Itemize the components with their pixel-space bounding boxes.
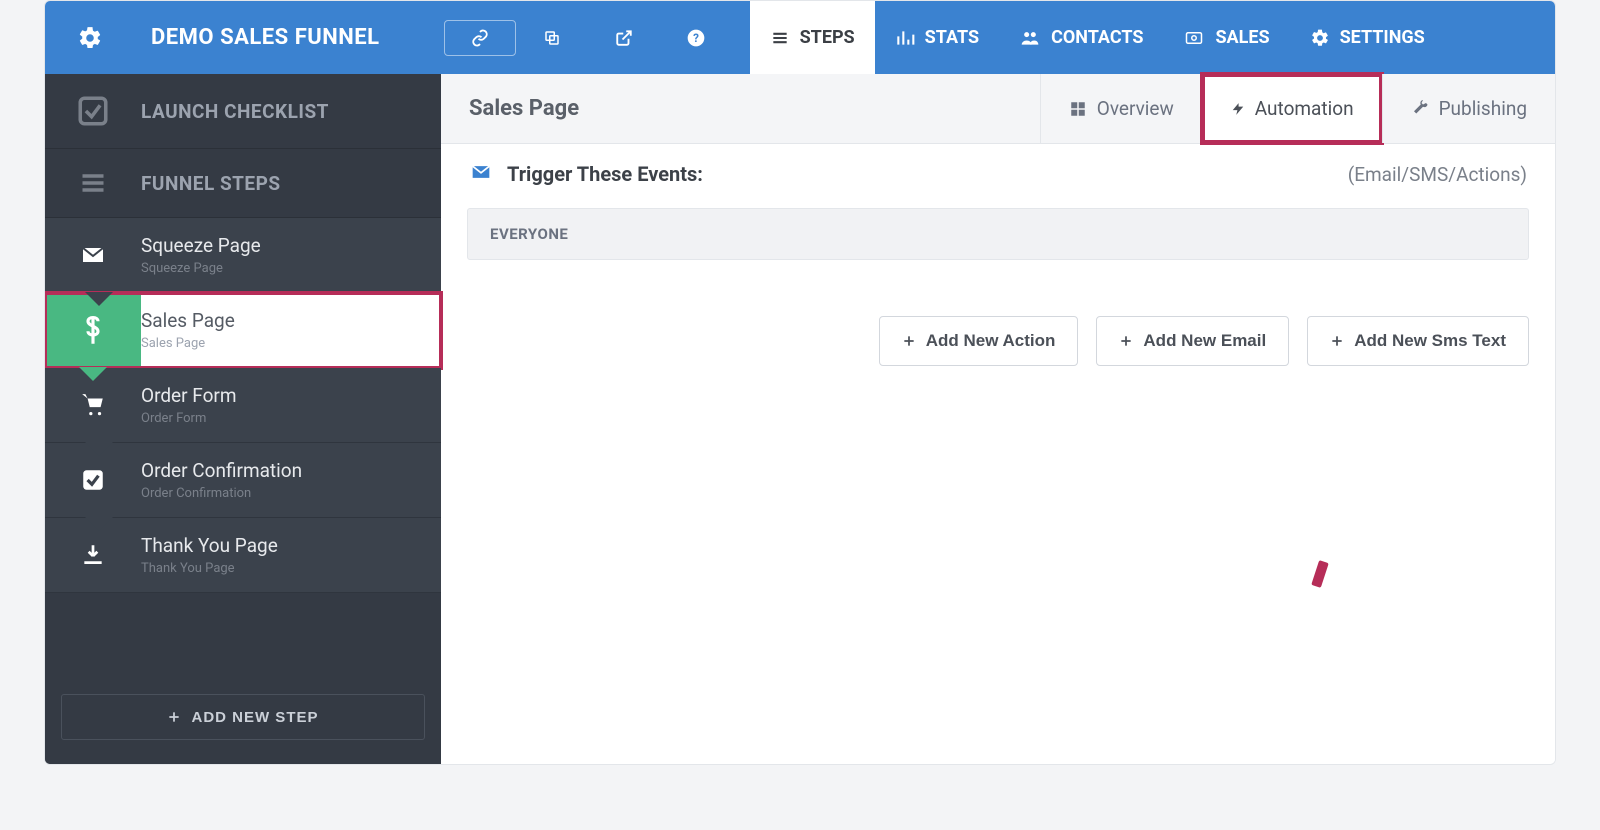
action-buttons: Add New Action Add New Email Add New Sms… [441,260,1555,366]
tab-label: SALES [1215,27,1269,48]
step-sub: Order Confirmation [141,486,302,501]
tab-label: STATS [925,27,979,48]
chevron-down-icon [79,367,107,381]
top-nav: DEMO SALES FUNNEL ? STEPS STATS [45,1,1555,74]
main-tab-publishing[interactable]: Publishing [1382,74,1555,143]
sidebar-funnel-steps-header: FUNNEL STEPS [45,149,441,218]
envelope-icon [469,162,493,186]
chevron-down-icon [85,517,113,531]
contacts-icon [1019,28,1041,48]
tab-sales[interactable]: SALES [1163,1,1289,74]
plus-icon [902,334,916,348]
main-tabs: Overview Automation Publishing [1040,74,1555,143]
chevron-down-icon [85,442,113,456]
grid-icon [1069,100,1087,118]
btn-label: Add New Email [1143,331,1266,351]
step-label: Sales Page [141,309,235,332]
funnel-label: FUNNEL STEPS [141,172,281,195]
check-icon [69,94,117,128]
header-icon-buttons: ? [444,1,732,74]
link-icon-button[interactable] [444,20,516,56]
tab-stats[interactable]: STATS [875,1,999,74]
tab-label: STEPS [800,27,855,48]
everyone-bar[interactable]: EVERYONE [467,208,1529,260]
add-new-action-button[interactable]: Add New Action [879,316,1079,366]
step-label: Order Confirmation [141,459,302,482]
tab-label: Overview [1097,97,1174,120]
main: Sales Page Overview Automation Publishin… [441,74,1555,764]
tab-label: Automation [1255,97,1354,120]
add-step-label: ADD NEW STEP [191,709,318,726]
wrench-icon [1411,100,1429,118]
funnel-title: DEMO SALES FUNNEL [135,1,404,74]
tab-contacts[interactable]: CONTACTS [999,1,1163,74]
top-tabs: STEPS STATS CONTACTS SALES SETTINGS [750,1,1445,74]
tab-steps[interactable]: STEPS [750,1,875,74]
step-sub: Sales Page [141,336,235,351]
settings-gear-icon[interactable] [45,1,135,74]
sidebar: LAUNCH CHECKLIST FUNNEL STEPS Squeeze Pa… [45,74,441,764]
plus-icon [1330,334,1344,348]
btn-label: Add New Sms Text [1354,331,1506,351]
trigger-label: Trigger These Events: [507,162,703,186]
main-tab-automation[interactable]: Automation [1202,74,1382,143]
sidebar-step-squeeze-page[interactable]: Squeeze Page Squeeze Page [45,218,441,293]
step-sub: Squeeze Page [141,261,261,276]
trigger-row: Trigger These Events: (Email/SMS/Actions… [441,144,1555,200]
body: LAUNCH CHECKLIST FUNNEL STEPS Squeeze Pa… [45,74,1555,764]
list-icon [770,28,790,48]
gear-icon [1310,28,1330,48]
sidebar-launch-checklist[interactable]: LAUNCH CHECKLIST [45,74,441,149]
copy-icon-button[interactable] [516,20,588,56]
external-link-icon-button[interactable] [588,20,660,56]
stats-icon [895,28,915,48]
plus-icon [167,710,181,724]
tab-label: CONTACTS [1051,27,1143,48]
plus-icon [1119,334,1133,348]
add-new-email-button[interactable]: Add New Email [1096,316,1289,366]
envelope-icon [45,218,141,292]
step-sub: Order Form [141,411,237,426]
add-new-sms-button[interactable]: Add New Sms Text [1307,316,1529,366]
chevron-down-icon [85,292,113,306]
step-label: Squeeze Page [141,234,261,257]
step-label: Order Form [141,384,237,407]
tab-label: Publishing [1439,97,1527,120]
launch-label: LAUNCH CHECKLIST [141,100,329,123]
step-sub: Thank You Page [141,561,278,576]
step-label: Thank You Page [141,534,278,557]
sales-icon [1183,29,1205,47]
menu-icon [69,169,117,197]
app-root: DEMO SALES FUNNEL ? STEPS STATS [44,0,1556,765]
add-step-wrap: ADD NEW STEP [45,670,441,764]
btn-label: Add New Action [926,331,1056,351]
svg-text:?: ? [693,31,699,45]
main-header: Sales Page Overview Automation Publishin… [441,74,1555,144]
bolt-icon [1231,99,1245,119]
trigger-hint: (Email/SMS/Actions) [1348,163,1527,186]
main-tab-overview[interactable]: Overview [1040,74,1202,143]
tab-label: SETTINGS [1340,27,1425,48]
help-icon-button[interactable]: ? [660,20,732,56]
page-title: Sales Page [441,74,607,143]
add-new-step-button[interactable]: ADD NEW STEP [61,694,425,740]
tab-settings[interactable]: SETTINGS [1290,1,1445,74]
